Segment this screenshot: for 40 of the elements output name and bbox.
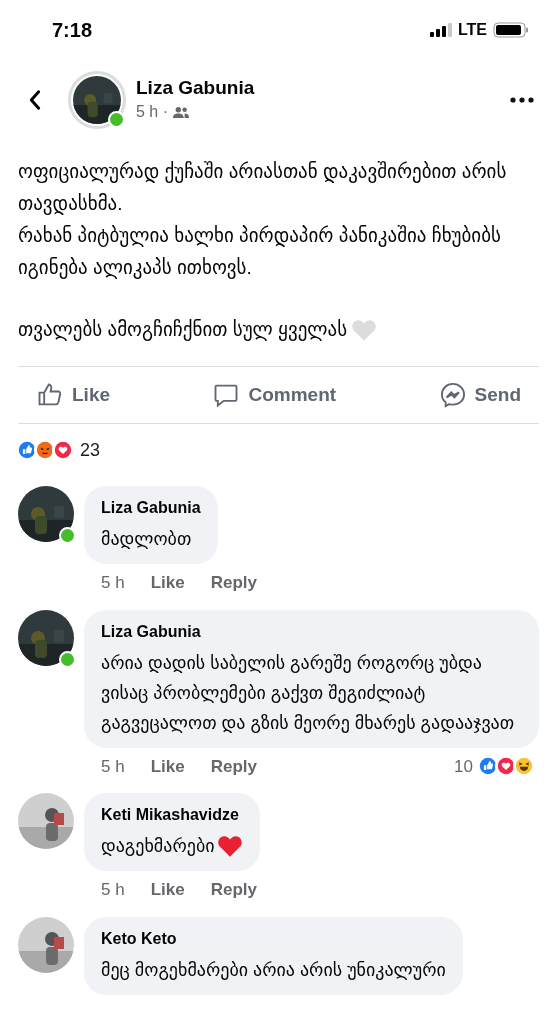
battery-icon	[493, 22, 529, 38]
comment-time: 5 h	[101, 755, 125, 778]
comment-like-button[interactable]: Like	[150, 570, 185, 596]
comment-time: 5 h	[101, 572, 125, 594]
network-label: LTE	[457, 20, 487, 40]
back-chevron-icon	[28, 89, 42, 111]
author-name[interactable]: Liza Gabunia	[136, 76, 507, 100]
comment-like-button[interactable]: Like	[150, 753, 185, 779]
status-time: 7:18	[52, 18, 93, 43]
love-reaction-icon	[495, 755, 517, 778]
like-action-button[interactable]: Like	[36, 380, 111, 410]
signal-icon	[429, 23, 452, 37]
post-text: თვალებს ამოგჩიჩქნით სულ ყველას	[18, 318, 348, 343]
like-reaction-icon	[477, 755, 499, 778]
send-action-button[interactable]: Send	[438, 380, 521, 410]
commenter-name[interactable]: Keti Mikashavidze	[101, 803, 243, 827]
friends-icon	[172, 105, 190, 119]
reaction-count[interactable]: 23	[80, 436, 101, 464]
messenger-icon	[438, 381, 467, 409]
commenter-name[interactable]: Liza Gabunia	[101, 619, 522, 644]
commenter-name[interactable]: Liza Gabunia	[101, 496, 201, 520]
comment-text: მადლობთ	[101, 528, 192, 551]
commenter-name[interactable]: Keto Keto	[101, 926, 446, 951]
haha-reaction-icon	[513, 755, 535, 778]
comment-text: დაგეხმარები	[101, 835, 215, 858]
comment-time: 5 h	[101, 879, 125, 901]
angry-reaction-icon	[34, 439, 56, 461]
like-reaction-icon	[16, 439, 38, 461]
comment-text: არია დადის საბელის გარეშე როგორც უბდა ვისაც პრობლემები გაქვთ შეგიძლიატ გაგვეცალოთ და გზის მეორე მხარეს გადააჯვათ	[101, 651, 516, 735]
post-text: ოფიციალურად ქუჩაში არიასთან დაკავშირებით არის თავდასხმა. რახან პიტბულია ხალხი პირდაპირ პანიკაშია ჩხუბიბს იგინება ალიკაპს ითხოვს.	[18, 160, 508, 281]
comment-text: მეც მოგეხმარები არია არის უნიკალური	[101, 958, 446, 982]
comment-reply-button[interactable]: Reply	[210, 570, 257, 596]
love-reaction-icon	[52, 439, 74, 461]
comment-reaction-count[interactable]: 10	[454, 753, 473, 779]
comment-action-button[interactable]: Comment	[212, 380, 337, 410]
post-time: 5 h ·	[136, 102, 168, 122]
more-icon	[510, 97, 534, 103]
comment-reply-button[interactable]: Reply	[210, 753, 257, 779]
comment-reply-button[interactable]: Reply	[210, 877, 257, 903]
comment-like-button[interactable]: Like	[150, 877, 185, 903]
